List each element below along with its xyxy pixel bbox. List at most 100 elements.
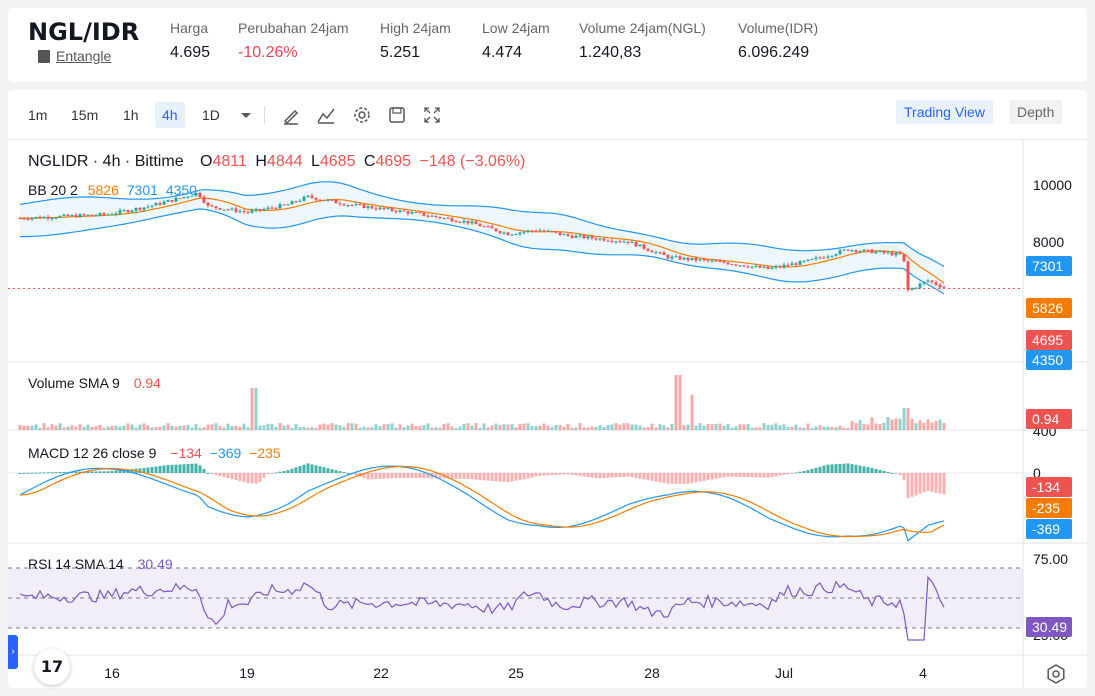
symbol-label: NGLIDR · 4h · Bittime — [28, 153, 184, 170]
volume-bar — [218, 425, 222, 430]
candle-body — [442, 217, 446, 219]
macd-hist-bar — [554, 473, 558, 475]
trading-view-button[interactable]: Trading View — [896, 100, 993, 124]
timeframe-1m[interactable]: 1m — [21, 102, 54, 128]
volume-bar — [806, 423, 810, 430]
volume-bar — [194, 423, 198, 430]
timeframe-4h[interactable]: 4h — [155, 102, 185, 128]
source-label[interactable]: Entangle — [56, 48, 111, 64]
candle-body — [922, 281, 926, 284]
volume-bar — [818, 425, 822, 430]
macd-hist-bar — [230, 473, 234, 479]
volume-bar — [498, 424, 502, 430]
macd-hist-bar — [106, 471, 110, 473]
macd-hist-bar — [682, 473, 686, 484]
volume-bar — [522, 423, 526, 430]
macd-label: MACD 12 26 close 9 — [28, 445, 157, 461]
macd-hist-bar — [882, 470, 886, 473]
macd-pane — [8, 463, 1023, 542]
volume-bar — [46, 427, 50, 430]
indicator-icon[interactable] — [316, 105, 336, 125]
timeframe-1d[interactable]: 1D — [195, 102, 227, 128]
tradingview-logo[interactable]: 17 — [34, 649, 70, 685]
volume-bar — [330, 423, 334, 430]
stat-change: Perubahan 24jam -10.26% — [238, 20, 349, 62]
macd-hist-bar — [874, 468, 878, 473]
candle-body — [778, 266, 782, 268]
candle-body — [814, 257, 818, 259]
volume-bar — [210, 424, 214, 430]
chart-area[interactable]: 1000080002K400075.0025.00730158264695435… — [8, 140, 1087, 688]
save-icon[interactable] — [387, 105, 407, 125]
candle-body — [574, 235, 578, 238]
volume-bar — [890, 419, 894, 430]
macd-hist-bar — [790, 473, 794, 474]
macd-hist-bar — [402, 473, 406, 478]
chart-settings-icon[interactable] — [1045, 663, 1067, 685]
candle-body — [274, 207, 278, 209]
candle-body — [82, 214, 86, 216]
candle-body — [718, 261, 722, 263]
volume-bar — [666, 427, 670, 430]
macd-hist-bar — [198, 465, 202, 473]
volume-bar — [250, 388, 254, 430]
candle-body — [402, 210, 406, 212]
bb-mid-badge: 5826 — [1032, 300, 1063, 316]
x-tick: 16 — [104, 665, 120, 681]
macd-hist-bar — [590, 473, 594, 478]
macd-hist-bar — [290, 468, 294, 473]
candle-body — [654, 252, 658, 254]
candle-body — [770, 267, 774, 269]
macd-hist-bar — [190, 463, 194, 473]
volume-bar — [614, 423, 618, 430]
depth-button[interactable]: Depth — [1009, 100, 1063, 124]
macd-hist-bar — [454, 473, 458, 479]
volume-bar — [246, 427, 250, 430]
volume-bar — [442, 423, 446, 430]
volume-bar — [582, 427, 586, 430]
rsi-tick: 75.00 — [1033, 551, 1068, 567]
volume-bar — [314, 427, 318, 430]
macd-hist-bar — [502, 473, 506, 482]
volume-bar — [542, 423, 546, 430]
gear-icon[interactable] — [352, 105, 372, 125]
macd-hist-bar — [34, 472, 38, 474]
macd-hist-bar — [746, 473, 750, 478]
volume-bar — [774, 423, 778, 430]
candle-body — [250, 210, 254, 213]
volume-bar — [158, 427, 162, 430]
macd-hist-bar — [694, 473, 698, 483]
chevron-down-icon[interactable] — [236, 105, 256, 125]
volume-bar — [234, 425, 238, 430]
candle-body — [546, 230, 550, 232]
volume-bar — [50, 424, 54, 430]
volume-bar — [78, 424, 82, 430]
volume-bar — [126, 423, 130, 430]
macd-hist-bar — [870, 467, 874, 473]
candle-body — [74, 215, 78, 218]
macd-hist-bar — [574, 473, 578, 476]
expand-sidebar-button[interactable]: › — [8, 635, 18, 669]
chart-canvas[interactable]: 1000080002K400075.0025.00730158264695435… — [8, 140, 1087, 688]
macd-hist-bar — [614, 473, 618, 478]
macd-hist-bar — [702, 473, 706, 481]
volume-bar — [650, 423, 654, 430]
macd-hist-bar — [754, 473, 758, 478]
macd-hist-bar — [466, 473, 470, 479]
macd-hist-bar — [494, 473, 498, 482]
fullscreen-icon[interactable] — [422, 105, 442, 125]
volume-bar — [146, 425, 150, 430]
macd-hist-bar — [74, 471, 78, 473]
macd-hist-bar — [150, 467, 154, 473]
macd-hist-bar — [158, 466, 162, 473]
volume-bar — [198, 427, 202, 430]
volume-bar — [594, 427, 598, 430]
candle-body — [174, 198, 178, 202]
volume-bar — [130, 424, 134, 430]
candle-body — [838, 250, 842, 255]
source-link[interactable]: Entangle — [38, 48, 111, 64]
timeframe-1h[interactable]: 1h — [116, 102, 146, 128]
draw-icon[interactable] — [281, 105, 301, 125]
volume-bar — [390, 423, 394, 430]
timeframe-15m[interactable]: 15m — [64, 102, 105, 128]
